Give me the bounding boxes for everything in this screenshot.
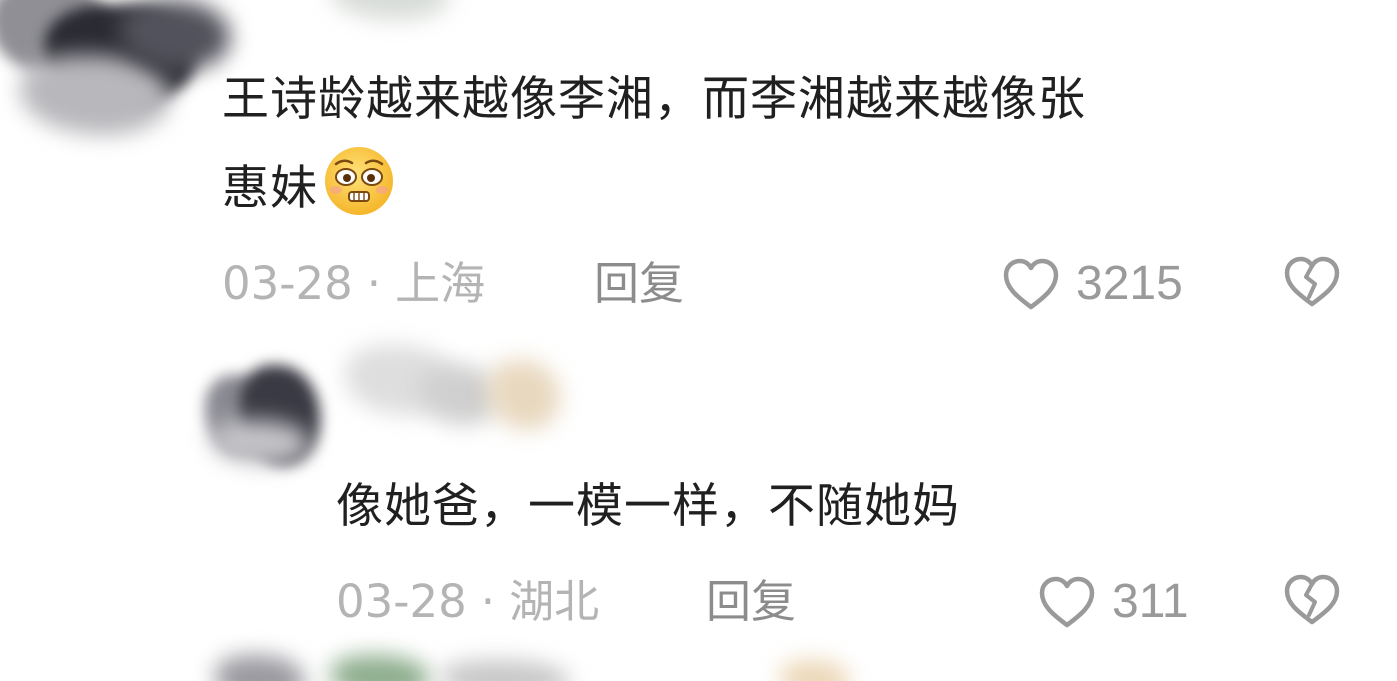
dislike-button[interactable] <box>1282 574 1342 630</box>
reply-button[interactable]: 回复 <box>594 256 684 312</box>
comment-location: 湖北 <box>509 575 600 628</box>
comment-list: 王诗龄越来越像李湘，而李湘越来越像张 惠妹 03-28 · 上海 回复 3215… <box>0 0 1397 681</box>
meta-separator: · <box>366 257 382 310</box>
broken-heart-icon <box>1282 255 1342 313</box>
comment-text-line: 王诗龄越来越像李湘，而李湘越来越像张 <box>222 72 1086 127</box>
dislike-button[interactable] <box>1282 256 1342 312</box>
like-button[interactable]: 3215 <box>1000 256 1183 312</box>
comment-text: 王诗龄越来越像李湘，而李湘越来越像张 惠妹 <box>222 56 1086 233</box>
comment-meta: 03-28 · 上海 <box>222 256 485 312</box>
comment-location: 上海 <box>395 257 486 310</box>
comment-text-line: 像她爸，一模一样，不随她妈 <box>336 479 960 534</box>
comment-text: 像她爸，一模一样，不随她妈 <box>336 463 960 551</box>
comment-text-line: 惠妹 <box>222 161 318 216</box>
like-count: 3215 <box>1076 257 1183 310</box>
worried-face-emoji-icon <box>322 144 396 218</box>
comment-date: 03-28 <box>222 257 353 310</box>
heart-outline-icon <box>1036 574 1098 630</box>
meta-separator: · <box>480 575 496 628</box>
like-count: 311 <box>1112 575 1189 628</box>
broken-heart-icon <box>1282 573 1342 631</box>
heart-outline-icon <box>1000 256 1062 312</box>
comment-meta: 03-28 · 湖北 <box>336 574 599 630</box>
comment-date: 03-28 <box>336 575 467 628</box>
reply-button[interactable]: 回复 <box>706 574 796 630</box>
like-button[interactable]: 311 <box>1036 574 1189 630</box>
